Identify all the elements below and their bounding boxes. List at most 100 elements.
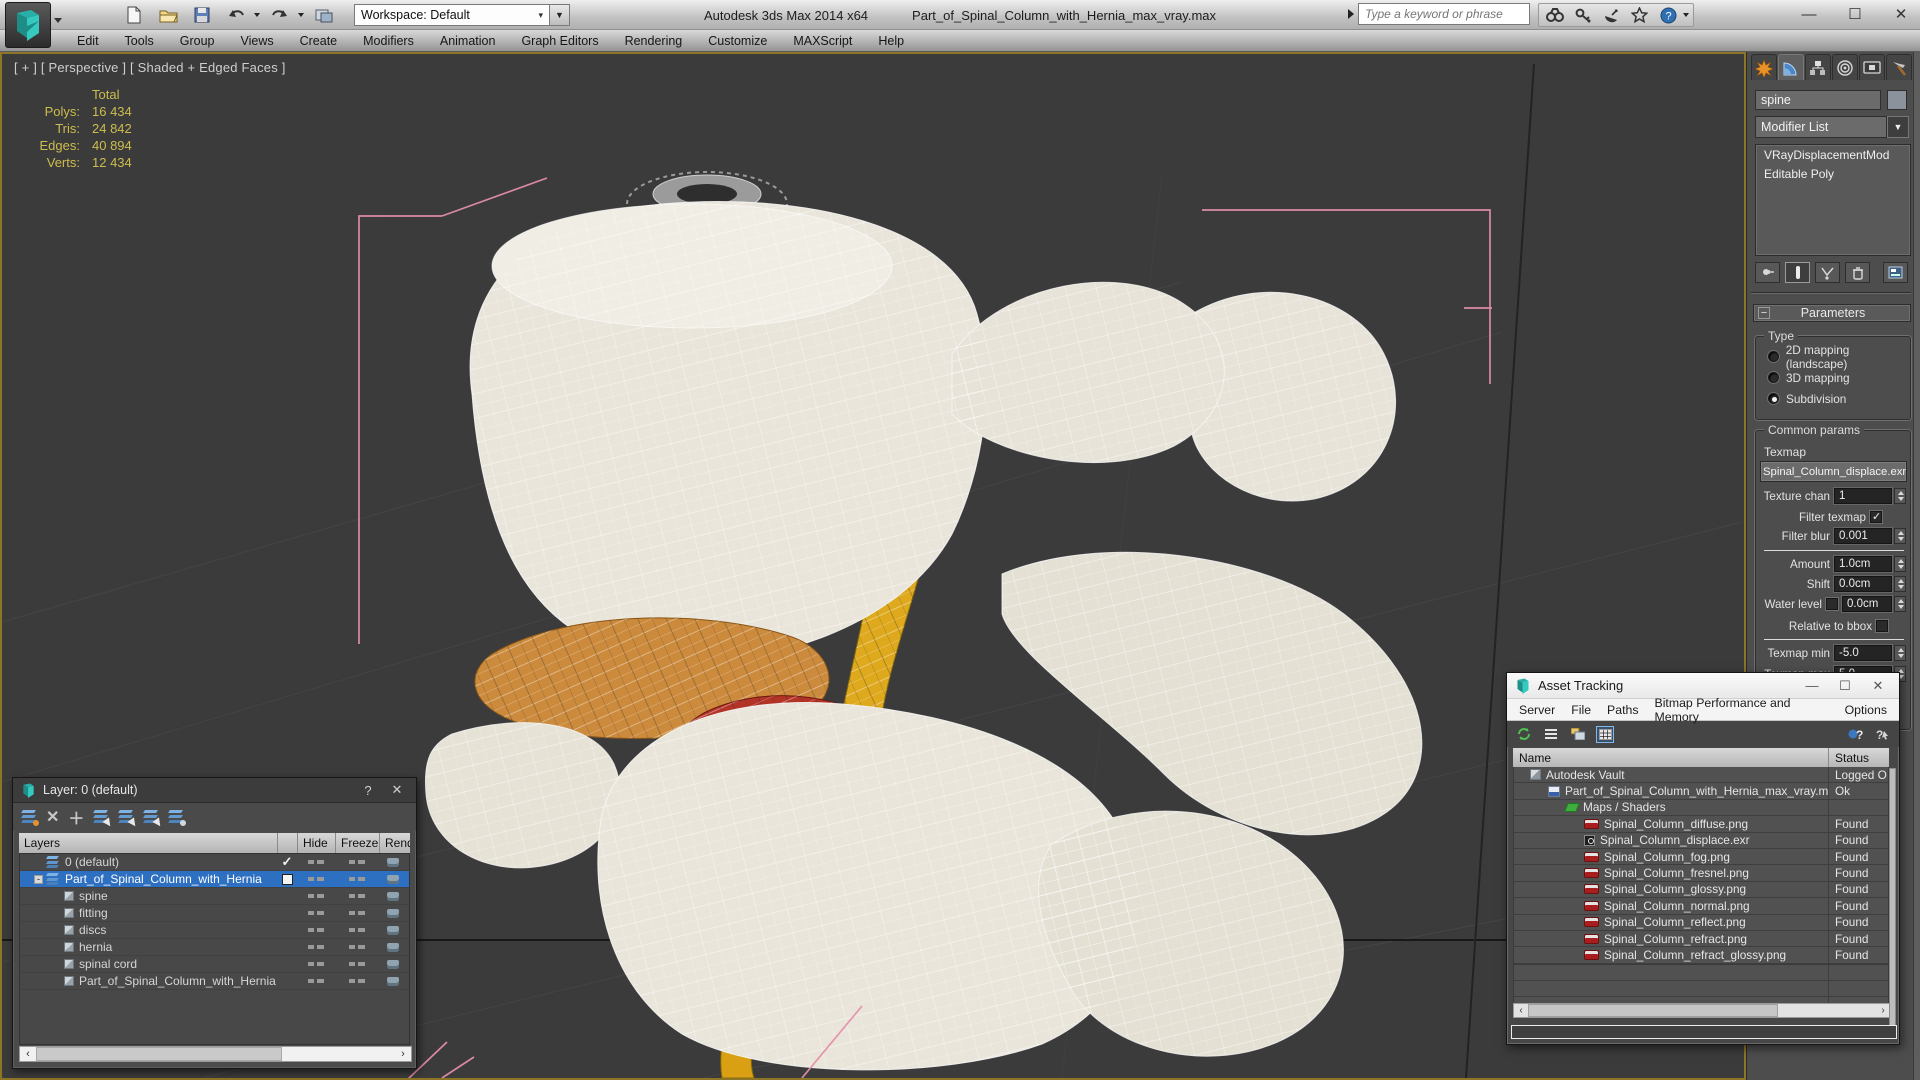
asset-row[interactable]: Spinal_Column_diffuse.png Found bbox=[1514, 816, 1888, 832]
asset-maximize-button[interactable]: ☐ bbox=[1832, 678, 1858, 694]
make-unique-button[interactable] bbox=[1815, 262, 1840, 283]
pin-stack-button[interactable] bbox=[1755, 262, 1780, 283]
radio-icon[interactable] bbox=[1768, 372, 1779, 383]
layer-dialog-titlebar[interactable]: Layer: 0 (default) ? ✕ bbox=[13, 778, 416, 803]
menu-item[interactable]: Create bbox=[287, 30, 351, 52]
asset-hscrollbar[interactable]: ‹ › bbox=[1513, 1003, 1891, 1018]
layer-row[interactable]: spinal cord bbox=[20, 956, 409, 973]
texmap-button[interactable]: Spinal_Column_displace.exr) bbox=[1760, 461, 1907, 482]
menu-item[interactable]: Views bbox=[227, 30, 286, 52]
asset-row[interactable]: Spinal_Column_refract.png Found bbox=[1514, 931, 1888, 947]
menu-item[interactable]: MAXScript bbox=[780, 30, 865, 52]
asset-menu-item[interactable]: Server bbox=[1511, 703, 1563, 717]
details-view-button[interactable] bbox=[1569, 726, 1587, 743]
relative-bbox-checkbox[interactable] bbox=[1876, 620, 1888, 632]
freeze-toggle[interactable] bbox=[335, 877, 379, 881]
hide-toggle[interactable] bbox=[297, 860, 335, 864]
asset-minimize-button[interactable]: — bbox=[1799, 678, 1825, 693]
menu-item[interactable]: Modifiers bbox=[350, 30, 427, 52]
freeze-toggle[interactable] bbox=[335, 979, 379, 983]
scroll-left-icon[interactable]: ‹ bbox=[20, 1048, 36, 1060]
redo-dropdown-arrow[interactable] bbox=[298, 13, 304, 17]
active-layer-check-icon[interactable] bbox=[282, 925, 293, 936]
radio-icon[interactable] bbox=[1768, 393, 1779, 404]
tab-create[interactable] bbox=[1751, 54, 1777, 80]
menu-item[interactable]: Help bbox=[865, 30, 917, 52]
help-dropdown-arrow[interactable] bbox=[1683, 13, 1689, 17]
layer-row[interactable]: fitting bbox=[20, 905, 409, 922]
project-folder-button[interactable] bbox=[310, 3, 338, 27]
tab-hierarchy[interactable] bbox=[1805, 54, 1831, 80]
minimize-button[interactable]: — bbox=[1794, 2, 1824, 26]
asset-scroll-thumb[interactable] bbox=[1528, 1004, 1778, 1017]
application-menu-button[interactable] bbox=[5, 2, 51, 48]
create-layer-button[interactable] bbox=[21, 810, 37, 824]
amount-spinner[interactable] bbox=[1894, 556, 1906, 572]
filter-blur-spinner[interactable] bbox=[1894, 528, 1906, 544]
freeze-toggle[interactable] bbox=[335, 928, 379, 932]
modifier-stack-row[interactable]: VRayDisplacementMod bbox=[1756, 145, 1910, 164]
menu-item[interactable]: Group bbox=[167, 30, 228, 52]
new-file-button[interactable] bbox=[120, 3, 148, 27]
workspace-menu-button[interactable]: ▼ bbox=[550, 4, 570, 26]
asset-row[interactable]: Autodesk Vault Logged O bbox=[1514, 767, 1888, 783]
subscription-button[interactable] bbox=[1571, 3, 1595, 27]
radio-icon[interactable] bbox=[1768, 351, 1779, 362]
table-view-button[interactable] bbox=[1596, 726, 1614, 743]
tab-utilities[interactable] bbox=[1886, 54, 1912, 80]
panel-scrollbar[interactable] bbox=[1913, 52, 1920, 1080]
search-button[interactable] bbox=[1543, 3, 1567, 27]
column-status[interactable]: Status bbox=[1829, 748, 1889, 767]
list-view-button[interactable] bbox=[1542, 726, 1560, 743]
layer-row[interactable]: - Part_of_Spinal_Column_with_Hernia bbox=[20, 871, 409, 888]
appmenu-dropdown-arrow[interactable] bbox=[54, 18, 62, 23]
context-help-button[interactable]: ? bbox=[1873, 726, 1891, 743]
filter-texmap-checkbox[interactable] bbox=[1870, 511, 1882, 523]
object-name-field[interactable]: spine bbox=[1755, 90, 1881, 110]
undo-button[interactable] bbox=[222, 3, 250, 27]
shift-spinner[interactable] bbox=[1894, 576, 1906, 592]
modifier-stack-row[interactable]: Editable Poly bbox=[1756, 164, 1910, 183]
menu-item[interactable]: Edit bbox=[64, 30, 112, 52]
mapping-type-option[interactable]: 2D mapping (landscape) bbox=[1756, 346, 1910, 367]
search-input[interactable] bbox=[1358, 3, 1530, 25]
asset-menu-item[interactable]: Options bbox=[1837, 703, 1895, 717]
show-end-result-button[interactable] bbox=[1785, 262, 1810, 283]
asset-scroll-right-icon[interactable]: › bbox=[1876, 1005, 1890, 1016]
freeze-toggle[interactable] bbox=[335, 962, 379, 966]
save-file-button[interactable] bbox=[188, 3, 216, 27]
menu-item[interactable]: Customize bbox=[695, 30, 780, 52]
object-color-swatch[interactable] bbox=[1887, 90, 1907, 110]
parameters-rollout-header[interactable]: − Parameters bbox=[1753, 304, 1911, 322]
asset-row[interactable]: Spinal_Column_glossy.png Found bbox=[1514, 882, 1888, 898]
layer-row[interactable]: hernia bbox=[20, 939, 409, 956]
column-name[interactable]: Name bbox=[1513, 748, 1829, 767]
render-toggle[interactable] bbox=[379, 926, 409, 935]
render-toggle[interactable] bbox=[379, 943, 409, 952]
asset-scroll-left-icon[interactable]: ‹ bbox=[1514, 1005, 1528, 1016]
tab-motion[interactable] bbox=[1832, 54, 1858, 80]
menu-item[interactable]: Rendering bbox=[612, 30, 696, 52]
hide-toggle[interactable] bbox=[297, 911, 335, 915]
render-toggle[interactable] bbox=[379, 858, 409, 867]
asset-vscrollbar[interactable] bbox=[1889, 768, 1896, 1032]
delete-layer-button[interactable]: ✕ bbox=[46, 807, 59, 827]
maximize-button[interactable]: ☐ bbox=[1840, 2, 1870, 26]
active-layer-check-icon[interactable] bbox=[282, 891, 293, 902]
column-freeze[interactable]: Freeze bbox=[336, 833, 380, 853]
modifier-list-arrow-icon[interactable]: ▼ bbox=[1887, 116, 1909, 138]
rollout-collapse-icon[interactable]: − bbox=[1758, 307, 1770, 319]
asset-row[interactable]: Part_of_Spinal_Column_with_Hernia_max_vr… bbox=[1514, 783, 1888, 799]
highlight-selected-layer-button[interactable] bbox=[143, 810, 159, 824]
column-render[interactable]: Rend bbox=[380, 833, 410, 853]
asset-row[interactable]: Spinal_Column_displace.exr Found bbox=[1514, 833, 1888, 849]
freeze-toggle[interactable] bbox=[335, 911, 379, 915]
configure-modifier-sets-button[interactable] bbox=[1883, 262, 1908, 283]
texture-channel-field[interactable]: 1 bbox=[1834, 488, 1892, 504]
freeze-toggle[interactable] bbox=[335, 894, 379, 898]
layer-dialog-close-button[interactable]: ✕ bbox=[386, 782, 408, 798]
hide-toggle[interactable] bbox=[297, 962, 335, 966]
active-layer-check-icon[interactable] bbox=[282, 959, 293, 970]
asset-menu-item[interactable]: Bitmap Performance and Memory bbox=[1647, 696, 1837, 724]
layer-row[interactable]: 0 (default) bbox=[20, 854, 409, 871]
